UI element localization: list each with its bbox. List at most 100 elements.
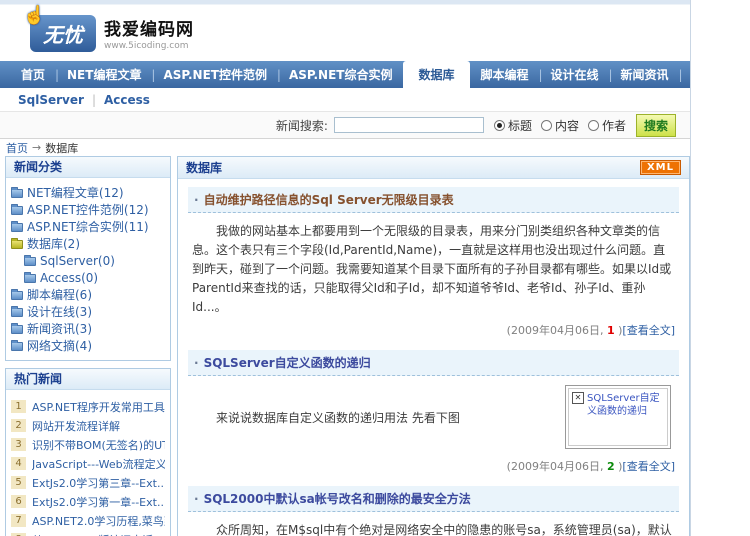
- site-header: ☝ 无忧 我爱编码网 www.5icoding.com: [0, 5, 690, 61]
- article-body: ✕ SQLServer自定义函数的递归 来说说数据库自定义函数的递归用法 先看下…: [188, 376, 679, 455]
- category-item[interactable]: SqlServer(0): [24, 252, 165, 269]
- category-item[interactable]: Access(0): [24, 269, 165, 286]
- rank-badge: 2: [11, 419, 26, 432]
- search-option-label: 内容: [554, 118, 579, 133]
- article-title-link[interactable]: SQL2000中默认sa帐号改名和删除的最安全方法: [188, 486, 679, 512]
- xml-feed-button[interactable]: XML: [639, 160, 681, 175]
- article-title-link[interactable]: SQLServer自定义函数的递归: [188, 350, 679, 376]
- search-input[interactable]: [333, 117, 484, 133]
- subnav-item[interactable]: Access: [104, 93, 166, 107]
- category-label: 新闻资讯(3): [27, 322, 92, 336]
- subnav-item[interactable]: SqlServer: [18, 93, 104, 107]
- category-item[interactable]: 新闻资讯(3): [11, 320, 165, 337]
- nav-item[interactable]: ASP.NET控件范例: [152, 61, 280, 88]
- category-label: Access(0): [40, 270, 99, 285]
- folder-icon: [11, 221, 23, 232]
- hot-news-item[interactable]: 5 ExtJs2.0学习第三章--Ext....: [11, 473, 165, 492]
- radio-icon[interactable]: [540, 119, 552, 131]
- site-logo[interactable]: ☝ 无忧: [23, 5, 96, 52]
- article-thumbnail[interactable]: ✕ SQLServer自定义函数的递归: [565, 385, 671, 449]
- hot-news-item[interactable]: 4 JavaScript---Web流程定义...: [11, 454, 165, 473]
- category-item[interactable]: 网络文摘(4): [11, 337, 165, 354]
- rank-badge: 4: [11, 457, 26, 470]
- nav-item[interactable]: ASP.NET综合实例: [278, 61, 406, 88]
- broken-image-placeholder: ✕ SQLServer自定义函数的递归: [568, 388, 668, 446]
- categories-panel-title: 新闻分类: [6, 157, 170, 178]
- article-item: SQLServer自定义函数的递归 ✕ SQLServer自定义函数的递归 来说…: [188, 350, 679, 480]
- read-more-link[interactable]: [查看全文]: [622, 460, 675, 473]
- hot-news-label: 从MS.NETCF版访问电话API完...: [32, 532, 165, 536]
- site-name: 我爱编码网: [104, 20, 194, 40]
- article-meta: (2009年04月06日, 2 )[查看全文]: [188, 455, 679, 480]
- nav-item[interactable]: 设计在线: [540, 61, 613, 88]
- article-excerpt: 众所周知，在M$sql中有个绝对是网络安全中的隐患的账号sa，系统管理员(sa)…: [216, 523, 672, 536]
- breadcrumb-arrow-icon: →: [32, 141, 42, 154]
- read-more-link[interactable]: [查看全文]: [622, 324, 675, 337]
- site-url: www.5icoding.com: [104, 41, 189, 51]
- radio-icon[interactable]: [493, 119, 505, 131]
- article-title-link[interactable]: 自动维护路径信息的Sql Server无限级目录表: [188, 187, 679, 213]
- folder-icon: [11, 187, 23, 198]
- hot-news-item[interactable]: 2 网站开发流程详解: [11, 416, 165, 435]
- category-item[interactable]: ASP.NET综合实例(11): [11, 218, 165, 235]
- folder-icon: [11, 306, 23, 317]
- nav-item[interactable]: 首页: [10, 61, 59, 88]
- hot-news-item[interactable]: 8 从MS.NETCF版访问电话API完...: [11, 530, 165, 536]
- folder-icon: [11, 238, 23, 249]
- articles-panel: 数据库 XML 自动维护路径信息的Sql Server无限级目录表 我做的网站基…: [177, 156, 690, 536]
- search-option[interactable]: 内容: [540, 117, 579, 134]
- page-title: 数据库: [186, 161, 223, 175]
- radio-icon[interactable]: [587, 119, 599, 131]
- breadcrumb: 首页 → 数据库: [0, 139, 690, 156]
- category-item[interactable]: ASP.NET控件范例(12): [11, 201, 165, 218]
- rank-badge: 3: [11, 438, 26, 451]
- category-item[interactable]: 数据库(2): [11, 235, 165, 252]
- nav-item[interactable]: 数据库: [403, 61, 470, 88]
- categories-list: NET编程文章(12) ASP.NET控件范例(12) ASP.NET综合实例(…: [6, 178, 170, 360]
- category-label: 设计在线(3): [27, 305, 92, 319]
- article-body: 众所周知，在M$sql中有个绝对是网络安全中的隐患的账号sa，系统管理员(sa)…: [188, 512, 679, 536]
- site-name-block: 我爱编码网 www.5icoding.com: [104, 15, 194, 51]
- category-item[interactable]: 设计在线(3): [11, 303, 165, 320]
- article-date: (2009年04月06日,: [506, 460, 607, 473]
- hot-news-label: 识别不带BOM(无签名)的UTF...: [32, 438, 165, 452]
- breadcrumb-home-link[interactable]: 首页: [6, 140, 28, 156]
- nav-item[interactable]: 脚本编程: [470, 61, 543, 88]
- folder-icon: [11, 340, 23, 351]
- hot-news-item[interactable]: 7 ASP.NET2.0学习历程,菜鸟到...: [11, 511, 165, 530]
- nav-item[interactable]: 新闻资讯: [610, 61, 683, 88]
- search-button[interactable]: 搜索: [635, 113, 676, 137]
- logo-text: 无忧: [43, 22, 83, 47]
- hot-news-list: 1 ASP.NET程序开发常用工具 2 网站开发流程详解 3 识别不带BOM(无…: [6, 390, 170, 536]
- category-label: ASP.NET控件范例(12): [27, 203, 149, 217]
- thumbnail-alt-text: SQLServer自定义函数的递归: [587, 393, 660, 417]
- hot-news-panel-title: 热门新闻: [6, 369, 170, 390]
- category-item[interactable]: 脚本编程(6): [11, 286, 165, 303]
- folder-icon: [11, 289, 23, 300]
- article-meta: (2009年04月06日, 1 )[查看全文]: [188, 319, 679, 344]
- hot-news-item[interactable]: 1 ASP.NET程序开发常用工具: [11, 397, 165, 416]
- hot-news-item[interactable]: 6 ExtJs2.0学习第一章--Ext....: [11, 492, 165, 511]
- rank-badge: 6: [11, 495, 26, 508]
- category-label: 网络文摘(4): [27, 339, 92, 353]
- rank-badge: 7: [11, 514, 26, 527]
- hot-news-label: JavaScript---Web流程定义...: [32, 457, 165, 471]
- rank-badge: 5: [11, 476, 26, 489]
- hand-cursor-icon: ☝: [23, 4, 46, 26]
- folder-icon: [11, 204, 23, 215]
- search-option[interactable]: 标题: [493, 117, 532, 134]
- sub-nav: SqlServerAccess: [0, 88, 690, 112]
- search-option[interactable]: 作者: [587, 117, 626, 134]
- hot-news-item[interactable]: 3 识别不带BOM(无签名)的UTF...: [11, 435, 165, 454]
- hot-news-panel: 热门新闻 1 ASP.NET程序开发常用工具 2 网站开发流程详解 3 识别不带…: [5, 368, 171, 536]
- categories-panel: 新闻分类 NET编程文章(12) ASP.NET控件范例(12) ASP.NET…: [5, 156, 171, 361]
- nav-item[interactable]: NET编程文章: [56, 61, 156, 88]
- breadcrumb-current: 数据库: [45, 141, 79, 155]
- category-item[interactable]: NET编程文章(12): [11, 184, 165, 201]
- nav-item[interactable]: 网络文摘: [680, 61, 750, 88]
- folder-icon: [24, 255, 36, 266]
- folder-icon: [24, 272, 36, 283]
- hot-news-label: 网站开发流程详解: [32, 419, 120, 433]
- hot-news-label: ExtJs2.0学习第一章--Ext....: [32, 495, 165, 509]
- folder-icon: [11, 323, 23, 334]
